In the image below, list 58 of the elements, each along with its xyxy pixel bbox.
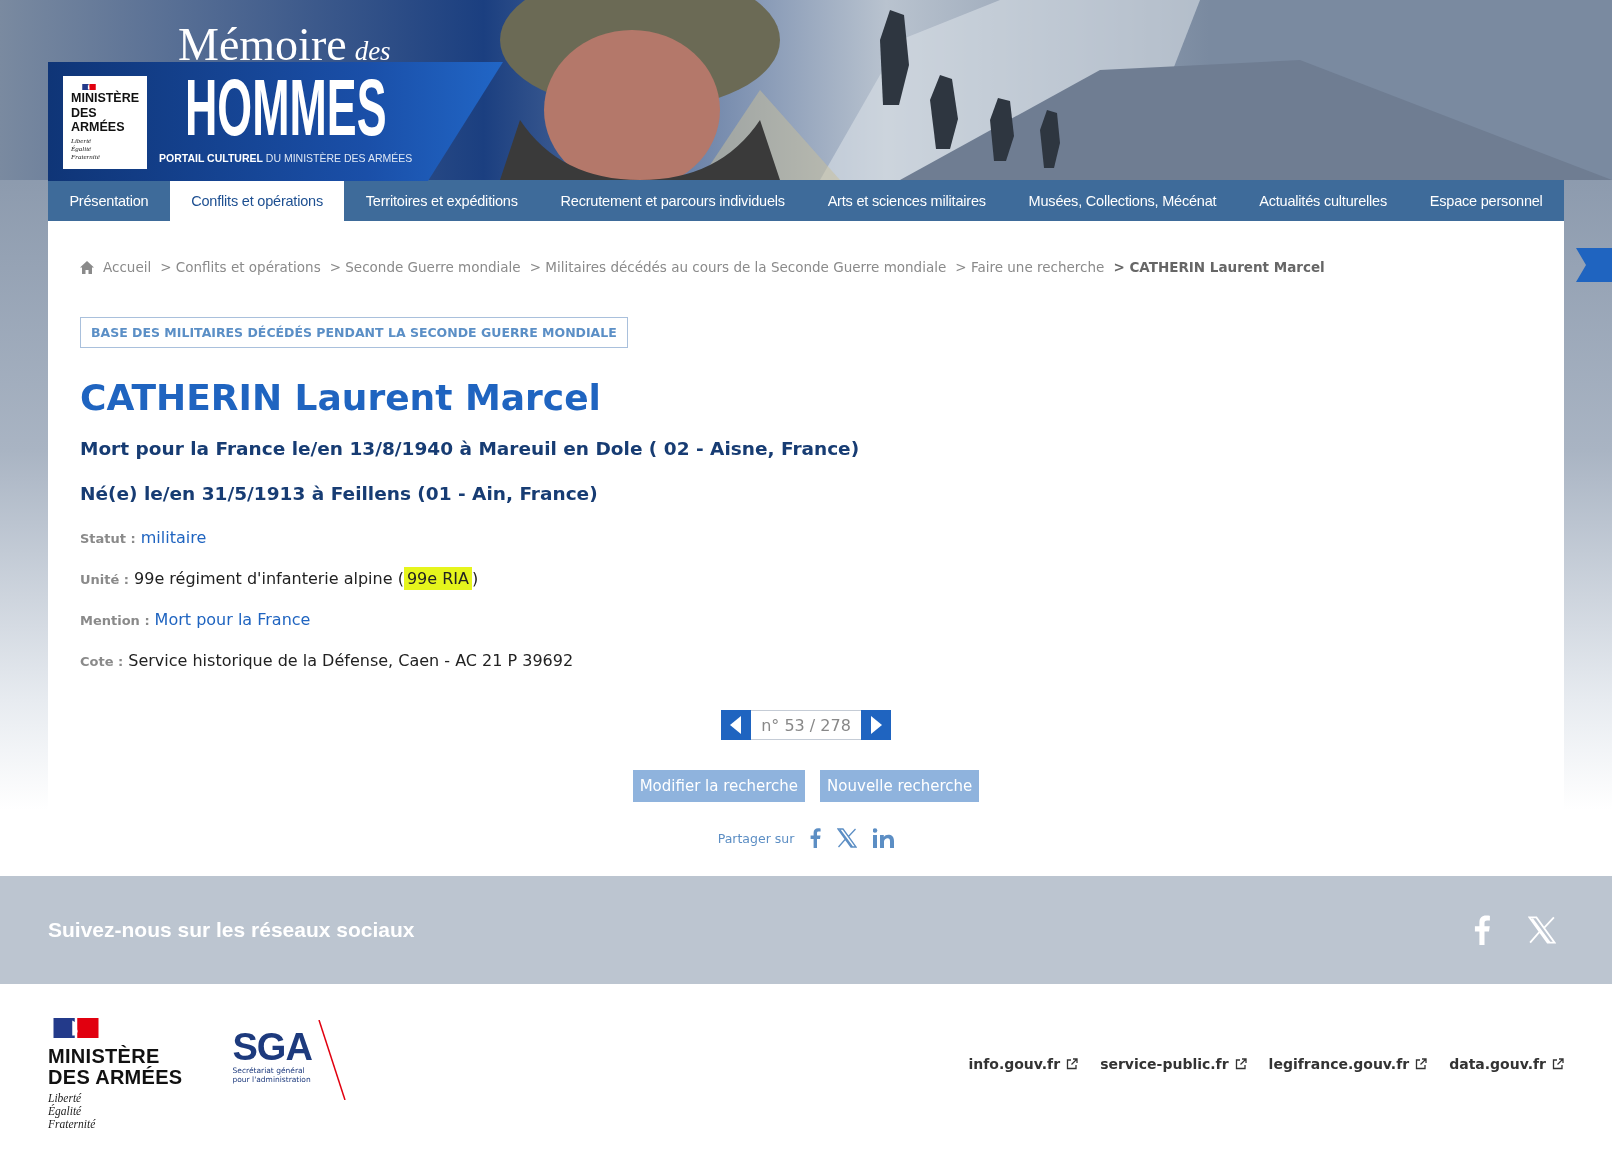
nav-tab[interactable]: Musées, Collections, Mécénat [1007,180,1238,221]
nav-tab[interactable]: Conflits et opérations [169,180,345,221]
external-link-icon [1552,1058,1564,1070]
ministry-name: MINISTÈRE [48,1046,160,1067]
breadcrumb-link[interactable]: > CATHERIN Laurent Marcel [1113,259,1325,275]
field-link[interactable]: militaire [140,528,207,547]
breadcrumb-link[interactable]: > Conflits et opérations [160,259,321,275]
person-name: CATHERIN Laurent Marcel [80,376,602,420]
slash-icon [316,1020,347,1100]
database-label: BASE DES MILITAIRES DÉCÉDÉS PENDANT LA SECONDE GUERRE MONDIALE [80,317,628,348]
triangle-left-icon [730,716,743,734]
share-label: Partager sur [717,830,795,846]
motto-text: Égalité [48,1105,83,1118]
motto-text: Liberté [48,1092,83,1104]
external-link-icon [1415,1058,1428,1070]
field-label: Cote : [80,654,124,669]
motto-text: Fraternité [48,1118,97,1131]
nav-tab[interactable]: Espace personnel [1408,180,1565,221]
external-link-icon [1234,1058,1247,1070]
field-label: Statut : [80,531,136,546]
nav-tab[interactable]: Territoires et expéditions [344,180,540,221]
tagline: PORTAIL CULTUREL DU MINISTÈRE DES ARMÉES [159,152,414,164]
social-title: Suivez-nous sur les réseaux sociaux [48,918,415,942]
home-icon[interactable] [80,260,94,274]
ribbon-tab[interactable] [1576,248,1612,282]
nav-tab[interactable]: Arts et sciences militaires [806,180,1008,221]
field-value: Service historique de la Défense, Caen - AC 21 P 39692 [128,651,574,670]
footer-link[interactable]: legifrance.gouv.fr [1268,1056,1428,1072]
record-counter: n° 53 / 278 [751,710,861,740]
breadcrumb-link[interactable]: Accueil [103,259,152,275]
field-label: Unité : [80,572,130,587]
field-label: Mention : [80,613,150,628]
ministry-name: DES ARMÉES [48,1067,183,1088]
nav-tab[interactable]: Présentation [48,180,170,221]
field-value: 99e régiment d'infanterie alpine ( 99e RIA ) [134,569,479,588]
footer-link[interactable]: service-public.fr [1100,1056,1247,1072]
site-title-big: HOMMES [185,70,387,146]
breadcrumb-link[interactable]: > Faire une recherche [955,259,1105,275]
nav-tab[interactable]: Actualités culturelles [1237,180,1409,221]
logo-text: DES ARMÉES [71,106,126,134]
footer-link[interactable]: info.gouv.fr [968,1056,1079,1072]
external-link-icon [1066,1058,1079,1070]
x-icon[interactable] [837,828,858,848]
facebook-icon[interactable] [1473,915,1490,945]
previous-button[interactable] [721,710,752,740]
facebook-icon[interactable] [810,828,822,848]
death-details: Mort pour la France le/en 13/8/1940 à Mareuil en Dole ( 02 - Aisne, France) [80,438,861,459]
breadcrumb-link[interactable]: > Seconde Guerre mondiale [329,259,521,275]
linkedin-icon[interactable] [873,828,895,848]
footer-link[interactable]: data.gouv.fr [1449,1056,1564,1072]
birth-details: Né(e) le/en 31/5/1913 à Feillens (01 - Ain, France) [80,483,599,504]
logo-text: MINISTÈRE [71,91,140,105]
triangle-right-icon [869,716,882,734]
sga-logo-text: SGA [232,1028,312,1066]
next-button[interactable] [860,710,891,740]
nav-tab[interactable]: Recrutement et parcours individuels [539,180,807,221]
breadcrumb-link[interactable]: > Militaires décédés au cours de la Seconde Guerre mondiale [529,259,947,275]
field-link[interactable]: Mort pour la France [154,610,311,629]
